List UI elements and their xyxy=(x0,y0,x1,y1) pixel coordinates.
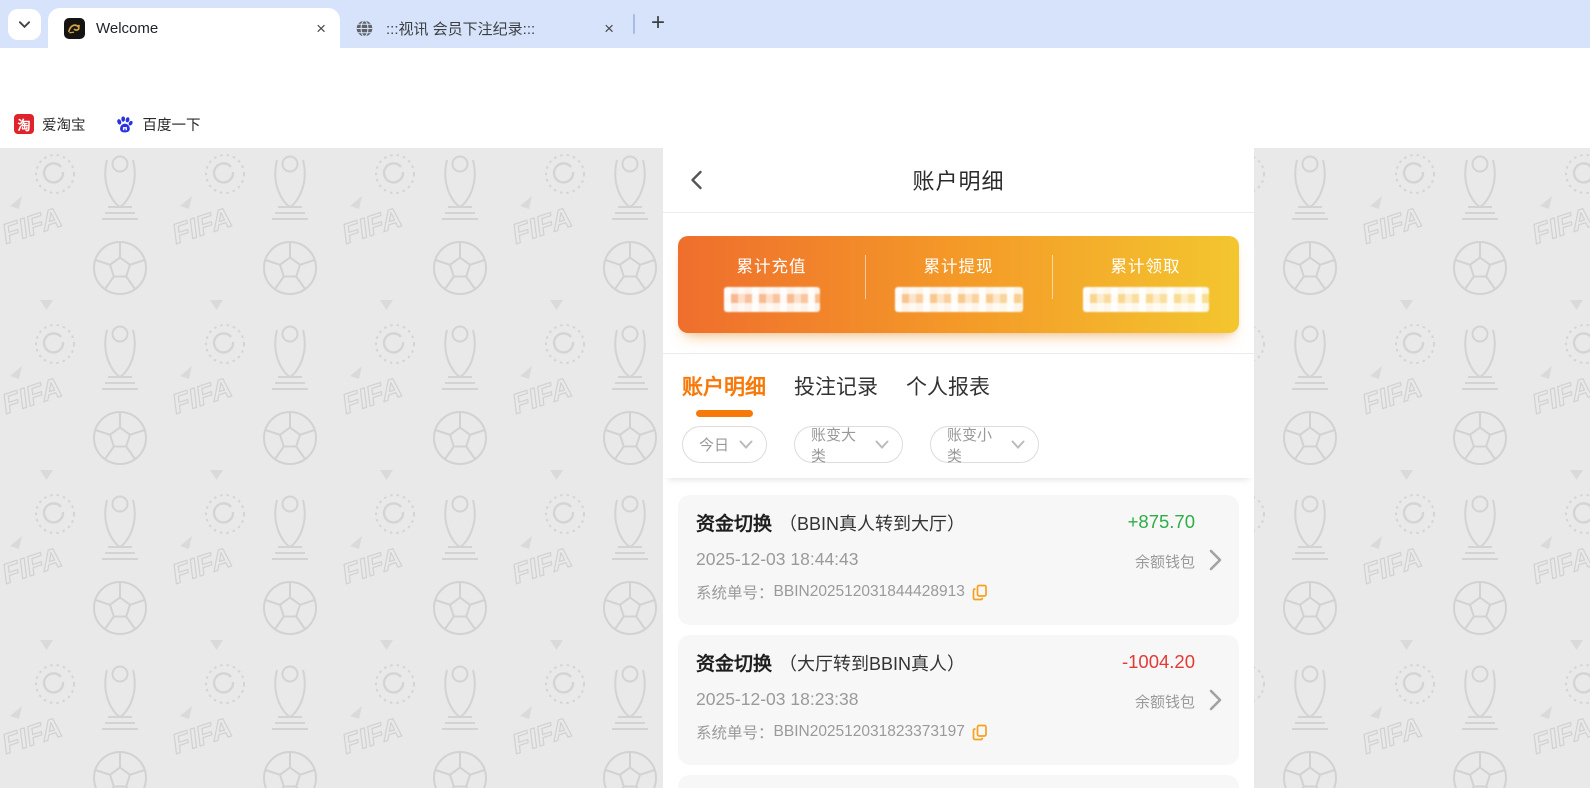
record-amount: +875.70 xyxy=(1127,511,1195,532)
record-subtitle: （BBIN真人转到大厅） xyxy=(779,514,966,534)
panel-header: 账户明细 xyxy=(663,148,1254,213)
order-label: 系统单号： xyxy=(696,725,774,742)
record-title: 资金切换 （BBIN真人转到大厅） xyxy=(696,509,1195,536)
record-type: 资金切换 xyxy=(696,514,773,535)
tab-title: :::视讯 会员下注纪录::: xyxy=(386,20,536,38)
stat-total-deposit: 累计充值 xyxy=(678,236,865,333)
record-order-row: 系统单号： BBIN202512031823373197 xyxy=(696,721,1195,743)
chevron-down-icon xyxy=(18,21,31,29)
chevron-right-icon[interactable] xyxy=(1208,688,1223,712)
browser-tab-records[interactable]: :::视讯 会员下注纪录::: × xyxy=(340,8,628,48)
page-title: 账户明细 xyxy=(912,169,1005,194)
order-number: BBIN202512031823373197 xyxy=(773,723,965,740)
record-datetime: 2025-12-03 18:44:43 xyxy=(696,549,859,569)
tab-close-icon[interactable]: × xyxy=(308,20,340,37)
chevron-left-icon xyxy=(691,170,702,190)
record-item-partial[interactable] xyxy=(678,775,1239,788)
baidu-paw-icon xyxy=(114,114,135,135)
tab-label: 投注记录 xyxy=(794,376,878,399)
chevron-down-icon xyxy=(739,440,753,450)
record-wallet: 余额钱包 xyxy=(1134,694,1195,711)
account-detail-panel: 账户明细 累计充值 累计提现 累计领取 账户明细 投注记录 个人报表 今日 账变… xyxy=(663,148,1254,788)
new-tab-button[interactable]: + xyxy=(641,6,675,40)
bookmark-baidu[interactable]: 百度一下 xyxy=(114,114,201,135)
tab-personal-report[interactable]: 个人报表 xyxy=(906,371,990,417)
record-amount-block: +875.70 余额钱包 xyxy=(1128,511,1195,572)
filter-bar: 今日 账变大类 账变小类 xyxy=(663,417,1254,478)
masked-value xyxy=(723,287,820,312)
section-tabs: 账户明细 投注记录 个人报表 xyxy=(663,353,1254,417)
filter-date-select[interactable]: 今日 xyxy=(682,426,767,463)
back-chevron-button[interactable] xyxy=(687,169,707,191)
filter-major-category-select[interactable]: 账变大类 xyxy=(794,426,903,465)
site-favicon-icon xyxy=(64,17,85,39)
record-item[interactable]: 资金切换 （BBIN真人转到大厅） 2025-12-03 18:44:43 系统… xyxy=(678,495,1239,625)
tab-underline-placeholder xyxy=(920,410,977,417)
record-order-row: 系统单号： BBIN202512031844428913 xyxy=(696,581,1195,603)
tab-label: 个人报表 xyxy=(906,376,990,399)
record-amount: -1004.20 xyxy=(1121,651,1195,672)
filter-label: 今日 xyxy=(699,437,730,454)
stats-section: 累计充值 累计提现 累计领取 xyxy=(663,213,1254,333)
record-item[interactable]: 资金切换 （大厅转到BBIN真人） 2025-12-03 18:23:38 系统… xyxy=(678,635,1239,765)
filter-label: 账变小类 xyxy=(947,426,993,465)
record-datetime: 2025-12-03 18:23:38 xyxy=(696,689,859,709)
stat-label: 累计领取 xyxy=(1110,258,1181,276)
record-subtitle: （大厅转到BBIN真人） xyxy=(779,654,966,674)
tab-account-detail[interactable]: 账户明细 xyxy=(682,371,766,417)
browser-toolbar: 175616.cc/reports/index xyxy=(0,48,1590,147)
filter-minor-category-select[interactable]: 账变小类 xyxy=(930,426,1039,465)
record-wallet: 余额钱包 xyxy=(1134,554,1195,571)
masked-value xyxy=(894,287,1023,312)
bookmark-label: 百度一下 xyxy=(142,117,201,134)
tab-title: Welcome xyxy=(96,19,159,37)
masked-value xyxy=(1082,287,1209,312)
stat-label: 累计提现 xyxy=(923,258,994,276)
copy-icon[interactable] xyxy=(972,724,988,741)
bookmarks-bar: 淘 爱淘宝 百度一下 xyxy=(0,100,1590,148)
order-label: 系统单号： xyxy=(696,585,774,602)
record-type: 资金切换 xyxy=(696,654,773,675)
totals-card: 累计充值 累计提现 累计领取 xyxy=(678,236,1239,333)
record-amount-block: -1004.20 余额钱包 xyxy=(1122,651,1195,712)
chevron-down-icon xyxy=(875,440,889,450)
record-title: 资金切换 （大厅转到BBIN真人） xyxy=(696,649,1195,676)
page-background: FIFA xyxy=(0,148,1590,788)
tab-separator xyxy=(633,14,635,34)
chevron-down-icon xyxy=(1011,440,1025,450)
copy-icon[interactable] xyxy=(972,584,988,601)
browser-tab-welcome[interactable]: Welcome × xyxy=(48,8,340,48)
stat-label: 累计充值 xyxy=(736,258,807,276)
stat-total-withdraw: 累计提现 xyxy=(865,236,1052,333)
chevron-right-icon[interactable] xyxy=(1208,548,1223,572)
order-number: BBIN202512031844428913 xyxy=(773,583,965,600)
tab-underline-placeholder xyxy=(808,410,865,417)
tab-label: 账户明细 xyxy=(682,376,766,399)
bookmark-label: 爱淘宝 xyxy=(42,117,86,134)
active-tab-underline xyxy=(695,410,753,417)
tab-search-button[interactable] xyxy=(8,9,41,40)
stat-total-claim: 累计领取 xyxy=(1052,236,1239,333)
browser-tab-strip: Welcome × :::视讯 会员下注纪录::: × + xyxy=(0,0,1590,48)
filter-label: 账变大类 xyxy=(811,426,857,465)
bookmark-taobao[interactable]: 淘 爱淘宝 xyxy=(14,114,86,135)
tab-close-icon[interactable]: × xyxy=(596,20,628,37)
tab-bet-records[interactable]: 投注记录 xyxy=(794,371,878,417)
globe-icon xyxy=(354,18,375,39)
taobao-icon: 淘 xyxy=(14,114,34,134)
record-list: 资金切换 （BBIN真人转到大厅） 2025-12-03 18:44:43 系统… xyxy=(663,478,1254,788)
